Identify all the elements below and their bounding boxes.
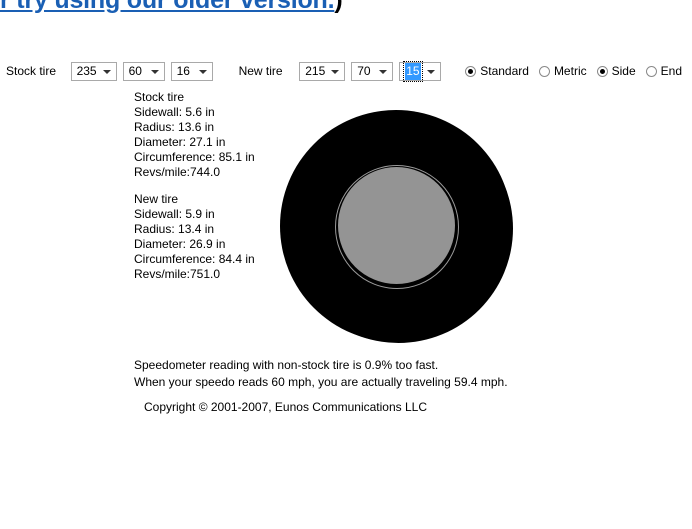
new-aspect-select[interactable]: 70 bbox=[351, 61, 394, 81]
radio-standard-dot[interactable] bbox=[465, 65, 477, 77]
stock-diameter-select[interactable]: 16 bbox=[170, 61, 213, 81]
stock-diameter-select-wrap[interactable]: 16 bbox=[170, 61, 213, 81]
new-diameter-select[interactable]: 15 bbox=[399, 60, 442, 82]
older-version-banner: r try using our older version.) bbox=[0, 0, 692, 16]
tire-size-controls: Stock tire 235 60 16 New tire 215 70 15 bbox=[0, 58, 692, 84]
stock-width-select[interactable]: 235 bbox=[70, 61, 117, 81]
radio-end-label: End bbox=[660, 64, 682, 78]
radio-standard[interactable]: Standard bbox=[465, 64, 529, 78]
stock-sidewall: Sidewall: 5.6 in bbox=[134, 105, 215, 119]
new-circumference: Circumference: 84.4 in bbox=[134, 252, 255, 266]
tire-specs-panel: Stock tire Sidewall: 5.6 in Radius: 13.6… bbox=[134, 90, 255, 294]
stock-diameter-value: 16 bbox=[176, 63, 190, 78]
banner-close-paren: ) bbox=[334, 0, 343, 14]
copyright-notice: Copyright © 2001-2007, Eunos Communicati… bbox=[144, 400, 427, 414]
radio-metric-label: Metric bbox=[553, 64, 587, 78]
speedo-actual-line: When your speedo reads 60 mph, you are a… bbox=[134, 375, 508, 389]
new-aspect-select-wrap[interactable]: 70 bbox=[351, 61, 394, 81]
stock-aspect-select-wrap[interactable]: 60 bbox=[122, 61, 165, 81]
new-aspect-value: 70 bbox=[357, 63, 371, 78]
radio-metric-dot[interactable] bbox=[538, 65, 550, 77]
stock-width-select-wrap[interactable]: 235 bbox=[70, 61, 117, 81]
radio-side[interactable]: Side bbox=[596, 64, 636, 78]
stock-revs-per-mile: Revs/mile:744.0 bbox=[134, 165, 221, 179]
new-tire-specs: New tire Sidewall: 5.9 in Radius: 13.4 i… bbox=[134, 192, 255, 282]
stock-tire-specs: Stock tire Sidewall: 5.6 in Radius: 13.6… bbox=[134, 90, 255, 180]
radio-standard-label: Standard bbox=[480, 64, 529, 78]
new-radius: Radius: 13.4 in bbox=[134, 222, 215, 236]
new-width-value: 215 bbox=[305, 63, 326, 78]
new-diameter: Diameter: 26.9 in bbox=[134, 237, 226, 251]
stock-specs-title: Stock tire bbox=[134, 90, 185, 104]
new-diameter-value: 15 bbox=[403, 60, 423, 82]
new-rim-circle bbox=[338, 167, 455, 284]
radio-end[interactable]: End bbox=[645, 64, 682, 78]
new-tire-label: New tire bbox=[238, 64, 283, 78]
stock-width-value: 235 bbox=[76, 63, 97, 78]
new-revs-per-mile: Revs/mile:751.0 bbox=[134, 267, 221, 281]
radio-end-dot[interactable] bbox=[645, 65, 657, 77]
radio-side-dot[interactable] bbox=[596, 65, 608, 77]
stock-aspect-select[interactable]: 60 bbox=[122, 61, 165, 81]
new-width-select[interactable]: 215 bbox=[299, 61, 346, 81]
stock-circumference: Circumference: 85.1 in bbox=[134, 150, 255, 164]
tire-comparison-diagram bbox=[272, 100, 522, 343]
new-sidewall: Sidewall: 5.9 in bbox=[134, 207, 215, 221]
view-options-radio-group: Standard Metric Side End bbox=[465, 64, 692, 78]
new-width-select-wrap[interactable]: 215 bbox=[299, 61, 346, 81]
stock-tire-label: Stock tire bbox=[6, 64, 57, 78]
older-version-link[interactable]: r try using our older version. bbox=[0, 0, 335, 14]
stock-diameter: Diameter: 27.1 in bbox=[134, 135, 226, 149]
speedometer-results: Speedometer reading with non-stock tire … bbox=[134, 357, 508, 391]
new-diameter-select-wrap[interactable]: 15 bbox=[399, 60, 442, 82]
speedo-error-line: Speedometer reading with non-stock tire … bbox=[134, 358, 439, 372]
radio-metric[interactable]: Metric bbox=[538, 64, 587, 78]
new-specs-title: New tire bbox=[134, 192, 179, 206]
stock-radius: Radius: 13.6 in bbox=[134, 120, 215, 134]
radio-side-label: Side bbox=[611, 64, 636, 78]
stock-aspect-value: 60 bbox=[128, 63, 142, 78]
